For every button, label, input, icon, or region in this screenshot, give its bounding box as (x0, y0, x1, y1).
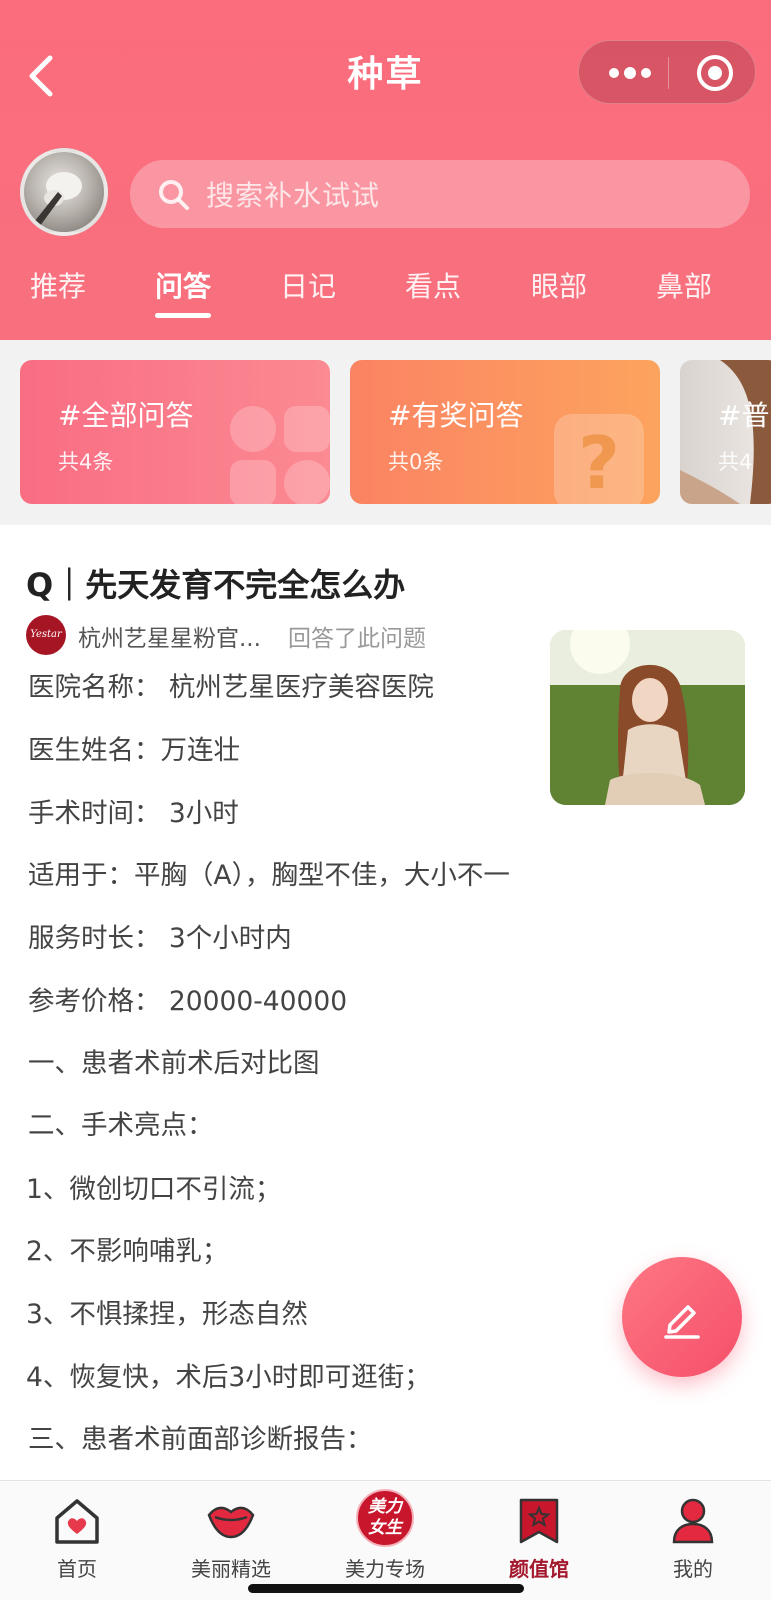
tab-eyes[interactable]: 眼部 (509, 265, 609, 305)
topic-card-third[interactable]: #普 共4 (680, 360, 771, 504)
tab-qa[interactable]: 问答 (133, 265, 233, 318)
tab-label: 问答 (154, 270, 211, 303)
answer-line: 二、手术亮点： (28, 1110, 214, 1141)
question-title: Q｜先天发育不完全怎么办 (26, 566, 406, 604)
tabbar-label: 美力专场 (345, 1557, 425, 1581)
topic-card-reward-qa[interactable]: ? #有奖问答 共0条 (350, 360, 660, 504)
answer-line: 2、不影响哺乳； (26, 1236, 229, 1267)
header: 种草 搜索补水试试 推荐 问答 日记 看点 眼部 鼻部 (0, 0, 771, 340)
topic-card-all-qa[interactable]: #全部问答 共4条 (20, 360, 330, 504)
tab-nose[interactable]: 鼻部 (634, 265, 734, 305)
topic-cards: #全部问答 共4条 ? #有奖问答 共0条 #普 共4 (0, 340, 771, 525)
tabbar-mine[interactable]: 我的 (616, 1481, 770, 1581)
tabbar-label: 我的 (673, 1557, 713, 1581)
author-avatar[interactable]: Yestar (26, 615, 66, 655)
bottom-tab-bar: 首页 美丽精选 美力女生 美力专场 颜值馆 我的 (0, 1480, 771, 1600)
tabbar-label: 首页 (57, 1557, 97, 1581)
avatar-image (34, 172, 82, 226)
topic-card-title: #有奖问答 (388, 399, 524, 432)
answer-line: 4、恢复快，术后3小时即可逛街； (26, 1362, 431, 1393)
tab-label: 看点 (404, 270, 461, 303)
answer-line: 手术时间： 3小时 (28, 798, 239, 829)
clover-icon (230, 406, 330, 504)
tab-label: 鼻部 (655, 270, 712, 303)
target-icon (697, 55, 733, 91)
tab-recommend[interactable]: 推荐 (8, 265, 108, 305)
question-mark-icon: ? (554, 414, 644, 504)
tabbar-label: 颜值馆 (509, 1557, 569, 1581)
bookmark-star-icon (519, 1498, 559, 1544)
home-heart-icon (55, 1499, 99, 1544)
post-image[interactable] (550, 630, 745, 805)
tab-label: 日记 (279, 270, 336, 303)
answer-line: 参考价格： 20000-40000 (28, 986, 348, 1017)
beauty-badge-text: 美力女生 (368, 1497, 402, 1538)
tab-diary[interactable]: 日记 (258, 265, 358, 305)
answer-line: 3、不惧揉捏，形态自然 (26, 1299, 308, 1330)
search-placeholder: 搜索补水试试 (206, 179, 381, 212)
portrait-photo (550, 630, 745, 805)
user-avatar[interactable] (20, 148, 108, 236)
answer-line: 三、患者术前面部诊断报告： (28, 1424, 373, 1455)
tabbar-home[interactable]: 首页 (0, 1481, 154, 1581)
author-action: 回答了此问题 (288, 626, 426, 652)
edit-pencil-icon (664, 1305, 700, 1339)
answer-line: 1、微创切口不引流； (26, 1174, 282, 1205)
tabbar-label: 美丽精选 (191, 1557, 271, 1581)
close-mini-program-button[interactable] (683, 41, 747, 105)
home-indicator (248, 1584, 524, 1593)
tabbar-beauty-special[interactable]: 美力女生 美力专场 (308, 1481, 462, 1581)
answer-line: 适用于：平胸（A），胸型不佳，大小不一 (28, 860, 510, 891)
person-icon (672, 1498, 714, 1544)
answer-line: 医院名称： 杭州艺星医疗美容医院 (28, 672, 434, 703)
write-post-button[interactable] (622, 1257, 742, 1377)
tabbar-beauty-picks[interactable]: 美丽精选 (154, 1481, 308, 1581)
author-name[interactable]: 杭州艺星星粉官... (78, 619, 261, 653)
answer-line: 服务时长： 3个小时内 (28, 923, 292, 954)
topic-card-count: 共0条 (388, 450, 444, 474)
answer-line: 一、患者术前术后对比图 (28, 1048, 320, 1079)
search-input[interactable]: 搜索补水试试 (130, 160, 750, 228)
topic-card-title: #普 (718, 399, 770, 432)
tabbar-appearance-hall[interactable]: 颜值馆 (462, 1481, 616, 1581)
topic-card-count: 共4 (718, 450, 753, 474)
tab-label: 眼部 (530, 270, 587, 303)
more-dots-icon (609, 67, 651, 79)
answer-line: 医生姓名：万连壮 (28, 735, 240, 766)
topic-card-count: 共4条 (58, 450, 114, 474)
tab-label: 推荐 (29, 270, 86, 303)
active-tab-indicator (155, 313, 211, 318)
lips-icon (207, 1506, 255, 1539)
capsule-divider (668, 57, 669, 89)
search-icon (159, 180, 189, 210)
mini-program-capsule (578, 40, 756, 104)
tab-highlights[interactable]: 看点 (383, 265, 483, 305)
more-button[interactable] (599, 41, 661, 105)
svg-text:?: ? (578, 421, 620, 504)
category-tabs: 推荐 问答 日记 看点 眼部 鼻部 (0, 265, 771, 325)
topic-card-title: #全部问答 (58, 399, 194, 432)
